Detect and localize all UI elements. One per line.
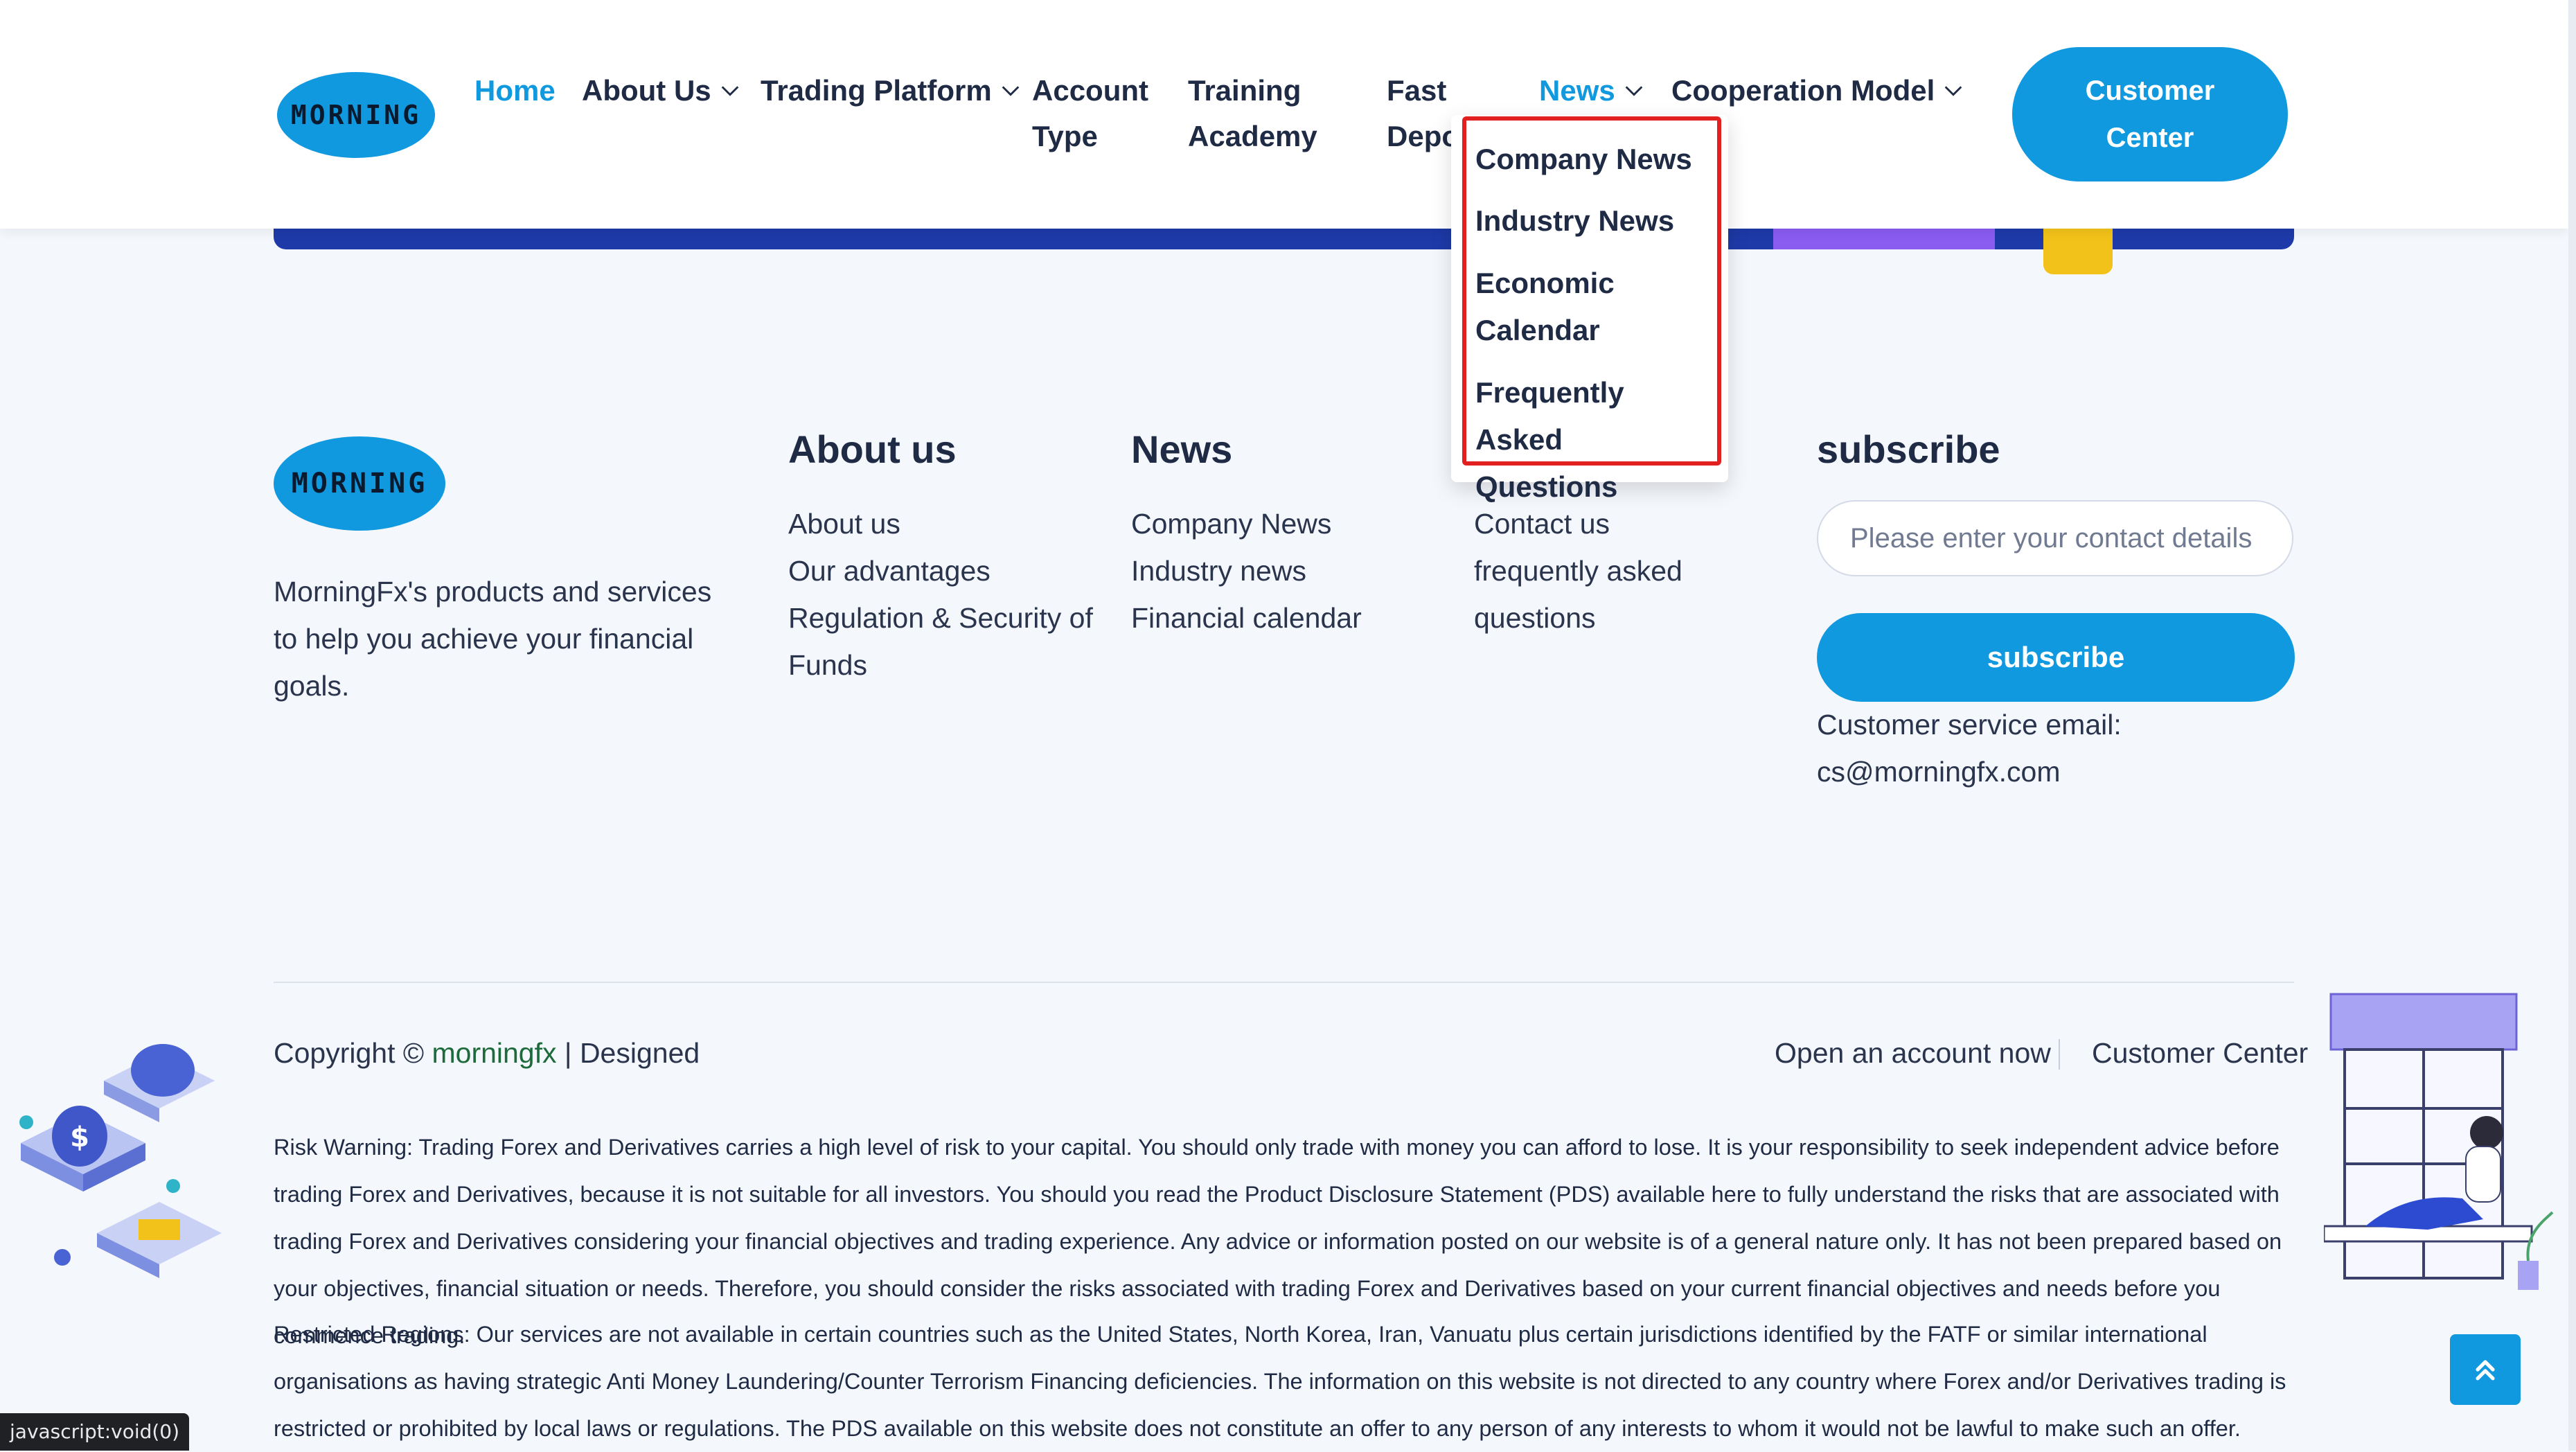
footer-description: MorningFx's products and services to hel… [274,576,712,702]
subscribe-title: subscribe [1817,427,2000,471]
footer-link-faq[interactable]: frequently asked questions [1474,547,1709,641]
nav-trading-platform[interactable]: Trading Platform [761,68,1022,114]
svg-text:$: $ [70,1122,89,1153]
customer-center-button[interactable]: Customer Center [2012,47,2288,182]
nav-news[interactable]: News [1539,68,1646,114]
finance-illustration: $ [19,1044,222,1278]
footer-link-industry-news[interactable]: Industry news [1131,547,1306,594]
brand-link[interactable]: morningfx [432,1037,556,1069]
nav-home[interactable]: Home [474,68,556,114]
dropdown-item-economic-calendar[interactable]: Economic Calendar [1475,260,1718,354]
footer-divider [274,982,2294,983]
chevron-down-icon [1625,86,1643,96]
nav-trading-platform-label: Trading Platform [761,74,992,107]
scrollbar[interactable] [2568,0,2576,1451]
dropdown-item-faq[interactable]: Frequently Asked Questions [1475,369,1718,511]
site-header: MORNING Home About Us Trading Platform A… [0,0,2568,229]
nav-account-type[interactable]: Account Type [1032,68,1148,159]
subscribe-button[interactable]: subscribe [1817,613,2295,702]
nav-training-academy[interactable]: Training Academy [1188,68,1317,159]
footer-link-regulation[interactable]: Regulation & Security of Funds [788,594,1093,689]
footer-logo[interactable]: MORNING [274,436,445,531]
chevron-down-icon [721,86,738,96]
reading-woman-illustration [2324,993,2554,1290]
footer-link-company-news[interactable]: Company News [1131,500,1331,547]
customer-email[interactable]: cs@morningfx.com [1817,748,2060,795]
dropdown-item-company-news[interactable]: Company News [1475,136,1718,183]
customer-center-link[interactable]: Customer Center [2092,1031,2308,1075]
chevron-down-icon [1944,86,1962,96]
status-bar-url: javascript:void(0) [0,1413,190,1451]
footer-link-about-us[interactable]: About us [788,500,900,547]
chevron-down-icon [1002,86,1020,96]
news-column-title: News [1131,427,1233,471]
footer-link-financial-calendar[interactable]: Financial calendar [1131,594,1362,641]
copyright: Copyright © morningfx | Designed [274,1031,700,1075]
hero-illustration-cup [2043,222,2113,274]
copyright-prefix: Copyright © [274,1037,425,1069]
nav-cooperation-model[interactable]: Cooperation Model [1671,68,1965,114]
nav-about-us[interactable]: About Us [582,68,742,114]
double-chevron-up-icon [2476,1360,2495,1381]
link-separator [2059,1039,2060,1070]
nav-cooperation-model-label: Cooperation Model [1671,74,1935,107]
open-account-link[interactable]: Open an account now [1775,1031,2051,1075]
footer-link-our-advantages[interactable]: Our advantages [788,547,991,594]
contact-details-input[interactable] [1817,500,2293,576]
header-logo[interactable]: MORNING [277,72,435,158]
restricted-regions: Restricted Regions: Our services are not… [274,1322,2286,1441]
back-to-top-button[interactable] [2450,1334,2521,1405]
copyright-suffix: | Designed [564,1037,700,1069]
nav-news-label: News [1539,74,1615,107]
dropdown-item-industry-news[interactable]: Industry News [1475,197,1718,245]
nav-fast-deposit[interactable]: Fast Depo [1387,68,1459,159]
nav-about-us-label: About Us [582,74,711,107]
about-column-title: About us [788,427,957,471]
customer-email-label: Customer service email: [1817,709,2122,741]
